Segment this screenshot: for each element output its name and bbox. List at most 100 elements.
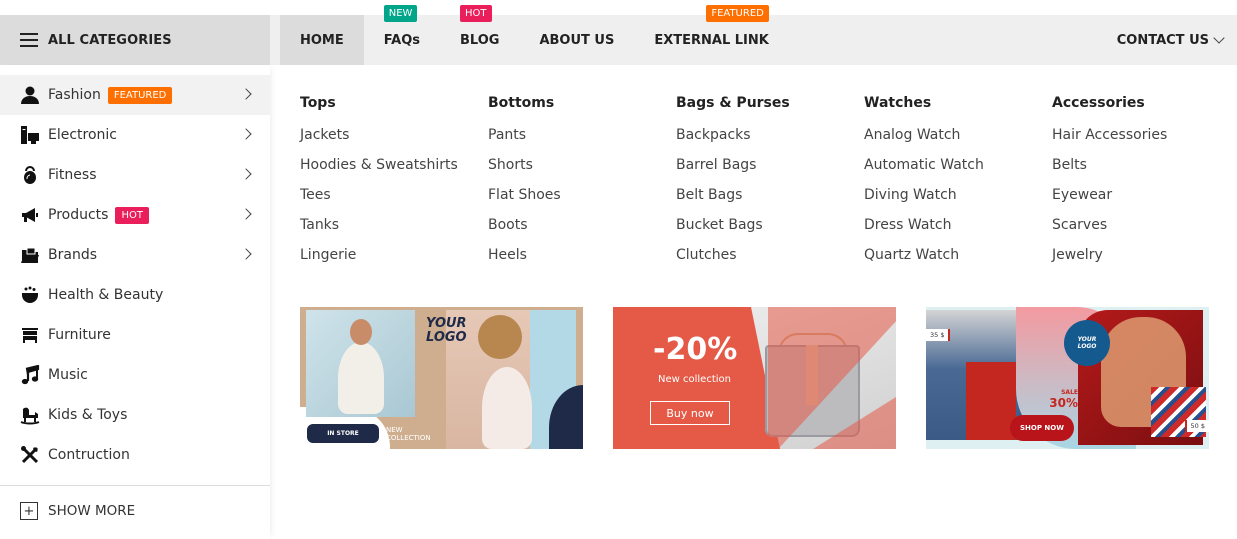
- user-icon: [20, 85, 40, 105]
- main-nav: HOME NEW FAQs HOT BLOG ABOUT US FEATURED…: [280, 5, 789, 65]
- sidebar-item-label: Health & Beauty: [48, 287, 164, 303]
- menu-link[interactable]: Backpacks: [676, 125, 790, 155]
- menu-link[interactable]: Lingerie: [300, 245, 458, 275]
- category-sidebar: Fashion FEATURED Electronic Fitness Prod…: [0, 65, 270, 539]
- menu-link[interactable]: Tanks: [300, 215, 458, 245]
- logo-line: LOGO: [1077, 343, 1097, 350]
- sidebar-item-label: Products: [48, 207, 109, 223]
- column-title: Accessories: [1052, 95, 1145, 111]
- menu-column-accessories: Accessories Hair Accessories Belts Eyewe…: [1052, 95, 1167, 275]
- menu-link[interactable]: Clutches: [676, 245, 790, 275]
- banner-photo-head: [350, 319, 372, 345]
- megaphone-icon: [20, 205, 40, 225]
- menu-link[interactable]: Diving Watch: [864, 185, 984, 215]
- banner-logo: YOUR LOGO: [426, 317, 467, 345]
- sidebar-item-label: Brands: [48, 247, 97, 263]
- rocking-horse-icon: [20, 405, 40, 425]
- all-categories-button[interactable]: ALL CATEGORIES: [0, 15, 270, 65]
- chevron-right-icon: [240, 208, 252, 220]
- sidebar-item-fashion[interactable]: Fashion FEATURED: [0, 75, 270, 115]
- logo-line: LOGO: [426, 330, 467, 345]
- caption-line: COLLECTION: [386, 434, 431, 442]
- menu-link[interactable]: Analog Watch: [864, 125, 984, 155]
- menu-link[interactable]: Belt Bags: [676, 185, 790, 215]
- menu-link[interactable]: Automatic Watch: [864, 155, 984, 185]
- show-more-label: SHOW MORE: [48, 503, 136, 519]
- menu-column-bags-purses: Bags & Purses Backpacks Barrel Bags Belt…: [676, 95, 790, 275]
- sidebar-item-label: Fashion: [48, 87, 101, 103]
- sidebar-item-products[interactable]: Products HOT: [0, 195, 270, 235]
- menu-link[interactable]: Shorts: [488, 155, 561, 185]
- menu-link[interactable]: Heels: [488, 245, 561, 275]
- sidebar-item-music[interactable]: Music: [0, 355, 270, 395]
- logo-line: YOUR: [426, 316, 467, 331]
- column-title: Tops: [300, 95, 336, 111]
- menu-link[interactable]: Barrel Bags: [676, 155, 790, 185]
- column-title: Bags & Purses: [676, 95, 790, 111]
- chevron-right-icon: [240, 168, 252, 180]
- sidebar-item-label: Music: [48, 367, 88, 383]
- new-badge: NEW: [383, 5, 418, 22]
- sidebar-item-furniture[interactable]: Furniture: [0, 315, 270, 355]
- nav-blog[interactable]: HOT BLOG: [440, 5, 519, 65]
- menu-link[interactable]: Tees: [300, 185, 458, 215]
- buy-now-button[interactable]: Buy now: [650, 401, 730, 425]
- menu-link[interactable]: Hoodies & Sweatshirts: [300, 155, 458, 185]
- sidebar-item-electronic[interactable]: Electronic: [0, 115, 270, 155]
- menu-column-tops: Tops Jackets Hoodies & Sweatshirts Tees …: [300, 95, 458, 275]
- menu-link[interactable]: Quartz Watch: [864, 245, 984, 275]
- menu-link[interactable]: Pants: [488, 125, 561, 155]
- sidebar-item-label: Fitness: [48, 167, 97, 183]
- nav-label: HOME: [300, 32, 344, 48]
- nav-external-link[interactable]: FEATURED EXTERNAL LINK: [634, 5, 789, 65]
- menu-link[interactable]: Hair Accessories: [1052, 125, 1167, 155]
- menu-link[interactable]: Dress Watch: [864, 215, 984, 245]
- in-store-button[interactable]: IN STORE: [307, 424, 379, 443]
- banner-photo-top: [966, 362, 1016, 440]
- chevron-right-icon: [240, 88, 252, 100]
- price-tag: 35 $: [926, 329, 951, 341]
- menu-link[interactable]: Jewelry: [1052, 245, 1167, 275]
- nav-label: ABOUT US: [539, 32, 615, 48]
- contact-us-dropdown[interactable]: CONTACT US: [1117, 15, 1225, 65]
- nav-about-us[interactable]: ABOUT US: [519, 15, 634, 65]
- sidebar-item-brands[interactable]: Brands: [0, 235, 270, 275]
- mega-menu: Tops Jackets Hoodies & Sweatshirts Tees …: [270, 65, 1237, 539]
- menu-link[interactable]: Scarves: [1052, 215, 1167, 245]
- promo-banner-new-collection[interactable]: YOUR LOGO IN STORE NEW COLLECTION: [300, 307, 583, 449]
- hot-badge: HOT: [115, 206, 149, 224]
- sidebar-item-kids-toys[interactable]: Kids & Toys: [0, 395, 270, 435]
- promo-banner-discount[interactable]: -20% New collection Buy now: [613, 307, 896, 449]
- bowl-icon: [20, 285, 40, 305]
- menu-link[interactable]: Eyewear: [1052, 185, 1167, 215]
- computer-icon: [20, 125, 40, 145]
- banner-logo: YOUR LOGO: [1064, 320, 1110, 366]
- menu-column-bottoms: Bottoms Pants Shorts Flat Shoes Boots He…: [488, 95, 561, 275]
- hot-badge: HOT: [460, 5, 492, 22]
- kettlebell-icon: [20, 165, 40, 185]
- banner-caption: NEW COLLECTION: [386, 426, 431, 442]
- menu-link[interactable]: Boots: [488, 215, 561, 245]
- featured-badge: FEATURED: [107, 86, 173, 104]
- promo-banner-sale[interactable]: YOUR LOGO SALE 30% SHOP NOW 35 $ 50 $: [926, 307, 1209, 449]
- column-title: Bottoms: [488, 95, 555, 111]
- shop-now-button[interactable]: SHOP NOW: [1010, 415, 1074, 441]
- sidebar-item-contruction[interactable]: Contruction: [0, 435, 270, 475]
- nav-home[interactable]: HOME: [280, 15, 364, 65]
- sidebar-item-health-beauty[interactable]: Health & Beauty: [0, 275, 270, 315]
- hamburger-icon: [20, 33, 38, 47]
- menu-link[interactable]: Belts: [1052, 155, 1167, 185]
- show-more-button[interactable]: + SHOW MORE: [20, 502, 135, 520]
- sidebar-item-fitness[interactable]: Fitness: [0, 155, 270, 195]
- all-categories-label: ALL CATEGORIES: [48, 32, 172, 48]
- caption-line: NEW: [386, 426, 403, 434]
- discount-subtitle: New collection: [658, 374, 731, 385]
- banner-photo-figure-2: [482, 367, 532, 449]
- nav-faqs[interactable]: NEW FAQs: [364, 5, 440, 65]
- logo-line: YOUR: [1077, 336, 1097, 343]
- menu-link[interactable]: Flat Shoes: [488, 185, 561, 215]
- menu-link[interactable]: Jackets: [300, 125, 458, 155]
- nav-label: FAQs: [383, 32, 420, 48]
- sale-label: SALE: [1061, 389, 1078, 396]
- menu-link[interactable]: Bucket Bags: [676, 215, 790, 245]
